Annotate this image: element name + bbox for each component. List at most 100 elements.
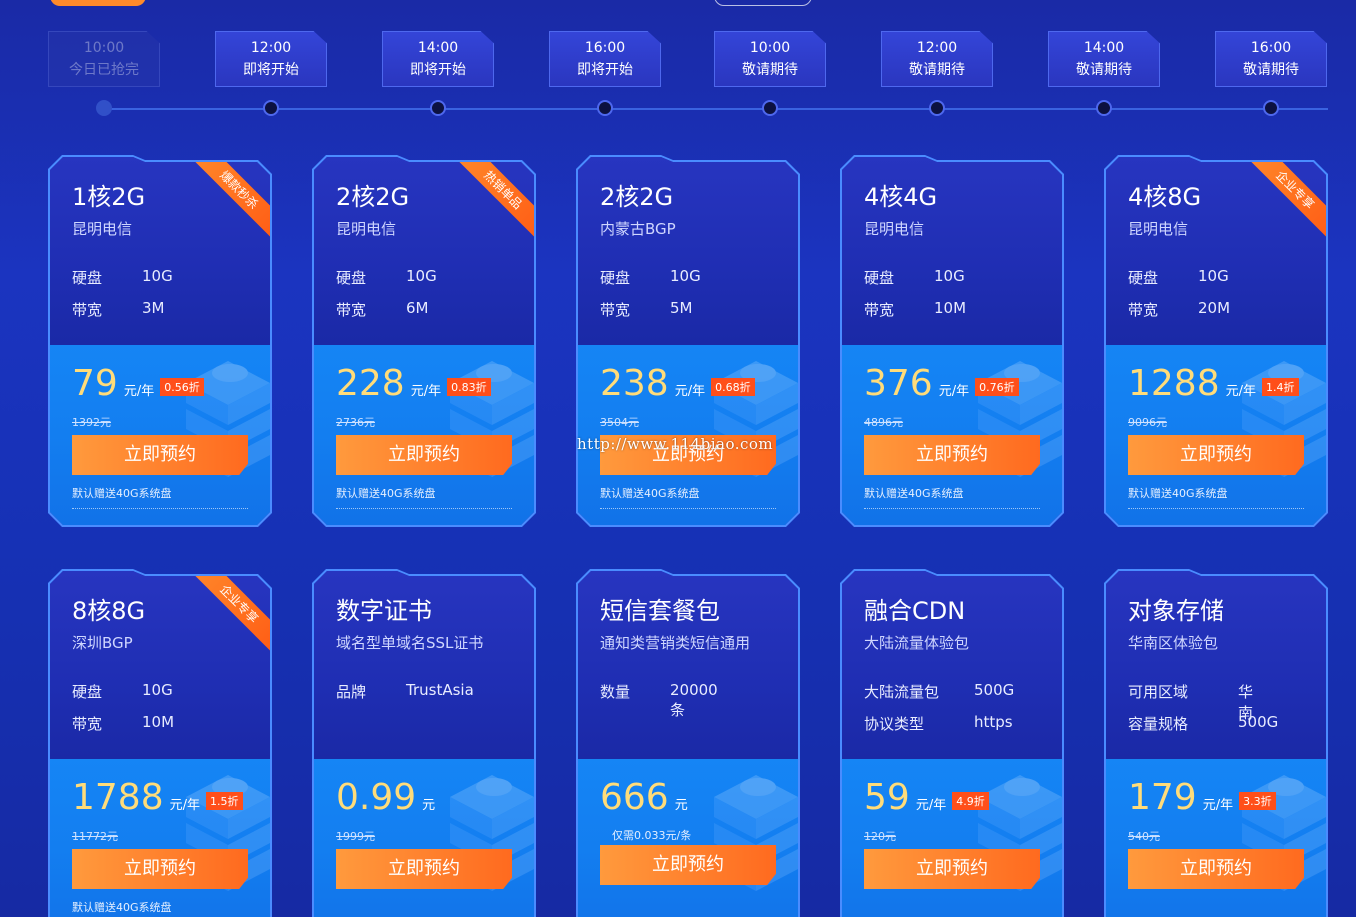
ribbon-wrap: 企业专享 — [182, 571, 270, 661]
reserve-button[interactable]: 立即预约 — [72, 435, 248, 475]
timeline-slot[interactable]: 16:00 敬请期待 — [1215, 31, 1327, 117]
spec-row: 容量规格 500G — [1128, 713, 1278, 734]
reserve-button[interactable]: 立即预约 — [864, 849, 1040, 889]
timeline-slot[interactable]: 14:00 即将开始 — [382, 31, 494, 117]
gift-note: 默认赠送40G系统盘 — [72, 901, 172, 914]
original-price: 4896元 — [864, 416, 903, 429]
product-subtitle: 内蒙古BGP — [600, 220, 676, 238]
spec-row: 数量 20000条 — [600, 681, 718, 719]
spec-label: 硬盘 — [864, 269, 895, 287]
price-row: 79 元/年 0.56折 — [72, 363, 204, 404]
price-row: 228 元/年 0.83折 — [336, 363, 491, 404]
spec-label: 硬盘 — [72, 683, 103, 701]
discount-badge: 0.83折 — [447, 378, 491, 396]
reserve-button[interactable]: 立即预约 — [336, 435, 512, 475]
gift-note: 默认赠送40G系统盘 — [72, 487, 172, 500]
original-price: 9096元 — [1128, 416, 1167, 429]
spec-row: 硬盘 10G — [1128, 267, 1229, 288]
spec-value: TrustAsia — [406, 681, 474, 699]
product-card: 数字证书 域名型单域名SSL证书 品牌 TrustAsia 0.99 元 1999元 立即预约 — [312, 569, 536, 917]
timeline-slot-time: 10:00 — [749, 40, 791, 56]
timeline-slot-time: 14:00 — [417, 40, 459, 56]
spec-value: 5M — [670, 299, 693, 317]
price-unit: 元/年 — [915, 798, 947, 813]
timeline-slot-time: 14:00 — [1083, 40, 1125, 56]
reserve-button[interactable]: 立即预约 — [1128, 435, 1304, 475]
product-card: 4核4G 昆明电信 硬盘 10G 带宽 10M 376 元/年 0.76折 4896元 立即预约 默认… — [840, 155, 1064, 527]
timeline-slot[interactable]: 10:00 今日已抢完 — [48, 31, 160, 117]
reserve-button[interactable]: 立即预约 — [600, 845, 776, 885]
unit-price-note: 仅需0.033元/条 — [612, 829, 692, 842]
discount-badge: 0.56折 — [160, 378, 204, 396]
price-unit: 元/年 — [1225, 384, 1257, 399]
product-card-body: 企业专享 8核8G 深圳BGP 硬盘 10G 带宽 10M 1788 元/年 1.5折 11772元… — [50, 571, 270, 917]
timeline-slot[interactable]: 10:00 敬请期待 — [714, 31, 826, 117]
spec-row: 带宽 6M — [336, 299, 429, 320]
product-card-body: 爆款秒杀 1核2G 昆明电信 硬盘 10G 带宽 3M 79 元/年 0.56折 1392元 立即预约… — [50, 157, 270, 525]
spec-value: 10G — [670, 267, 701, 285]
price-value: 1788 — [72, 777, 164, 818]
timeline-slot-box[interactable]: 10:00 今日已抢完 — [48, 31, 160, 87]
timeline-slot-box[interactable]: 14:00 即将开始 — [382, 31, 494, 87]
product-card-body: 数字证书 域名型单域名SSL证书 品牌 TrustAsia 0.99 元 1999元 立即预约 — [314, 571, 534, 917]
product-title: 2核2G — [336, 183, 410, 211]
product-subtitle: 昆明电信 — [336, 220, 397, 238]
discount-badge: 0.76折 — [975, 378, 1019, 396]
timeline-slot-status: 敬请期待 — [1243, 62, 1299, 78]
original-price: 540元 — [1128, 830, 1160, 843]
reserve-button[interactable]: 立即预约 — [336, 849, 512, 889]
product-subtitle: 深圳BGP — [72, 634, 133, 652]
gift-note: 默认赠送40G系统盘 — [1128, 487, 1228, 500]
product-card: 2核2G 内蒙古BGP 硬盘 10G 带宽 5M 238 元/年 0.68折 3504元 立即预约默… — [576, 155, 800, 527]
timeline-slot-box[interactable]: 12:00 即将开始 — [215, 31, 327, 87]
watermark-url: http://www.114biao.com — [577, 435, 774, 453]
spec-value: 10G — [406, 267, 437, 285]
price-value: 666 — [600, 777, 669, 818]
dotted-divider — [864, 508, 1040, 509]
reserve-button[interactable]: 立即预约 — [864, 435, 1040, 475]
dotted-divider — [336, 508, 512, 509]
timeline-slot[interactable]: 16:00 即将开始 — [549, 31, 661, 117]
price-unit: 元/年 — [938, 384, 970, 399]
timeline-slot-box[interactable]: 14:00 敬请期待 — [1048, 31, 1160, 87]
timeline-slot-box[interactable]: 10:00 敬请期待 — [714, 31, 826, 87]
gift-note: 默认赠送40G系统盘 — [600, 487, 700, 500]
gift-note: 默认赠送40G系统盘 — [336, 487, 436, 500]
spec-row: 带宽 3M — [72, 299, 165, 320]
spec-row: 硬盘 10G — [600, 267, 701, 288]
product-subtitle: 通知类营销类短信通用 — [600, 634, 751, 652]
product-subtitle: 昆明电信 — [72, 220, 133, 238]
spec-value: 10G — [142, 681, 173, 699]
spec-label: 硬盘 — [336, 269, 367, 287]
gift-note: 默认赠送40G系统盘 — [864, 487, 964, 500]
timeline-slot[interactable]: 12:00 敬请期待 — [881, 31, 993, 117]
spec-row: 硬盘 10G — [336, 267, 437, 288]
timeline-slot-status: 敬请期待 — [909, 62, 965, 78]
spec-value: 20000条 — [670, 681, 718, 719]
product-card: 热销单品 2核2G 昆明电信 硬盘 10G 带宽 6M 228 元/年 0.83折 2736元 立即预… — [312, 155, 536, 527]
product-title: 4核4G — [864, 183, 938, 211]
product-title: 短信套餐包 — [600, 597, 720, 625]
spec-label: 带宽 — [1128, 301, 1159, 319]
product-subtitle: 华南区体验包 — [1128, 634, 1219, 652]
timeline-slot[interactable]: 12:00 即将开始 — [215, 31, 327, 117]
price-unit: 元 — [422, 798, 436, 813]
spec-label: 可用区域 — [1128, 683, 1189, 701]
discount-badge: 1.4折 — [1262, 378, 1299, 396]
spec-value: 10G — [934, 267, 965, 285]
spec-label: 硬盘 — [72, 269, 103, 287]
price-unit: 元 — [674, 798, 688, 813]
timeline-slot-status: 即将开始 — [243, 62, 299, 78]
price-row: 238 元/年 0.68折 — [600, 363, 755, 404]
spec-value: 10G — [142, 267, 173, 285]
timeline-slot-box[interactable]: 12:00 敬请期待 — [881, 31, 993, 87]
timeline-slot[interactable]: 14:00 敬请期待 — [1048, 31, 1160, 117]
reserve-button[interactable]: 立即预约 — [1128, 849, 1304, 889]
reserve-button[interactable]: 立即预约 — [72, 849, 248, 889]
timeline-slot-box[interactable]: 16:00 敬请期待 — [1215, 31, 1327, 87]
spec-value: 6M — [406, 299, 429, 317]
timeline-slot-box[interactable]: 16:00 即将开始 — [549, 31, 661, 87]
timeline-slot-time: 12:00 — [250, 40, 292, 56]
product-card-body: 短信套餐包通知类营销类短信通用数量 20000条 666 元仅需0.033元/条立即预… — [578, 571, 798, 917]
product-title: 对象存储 — [1128, 597, 1224, 625]
